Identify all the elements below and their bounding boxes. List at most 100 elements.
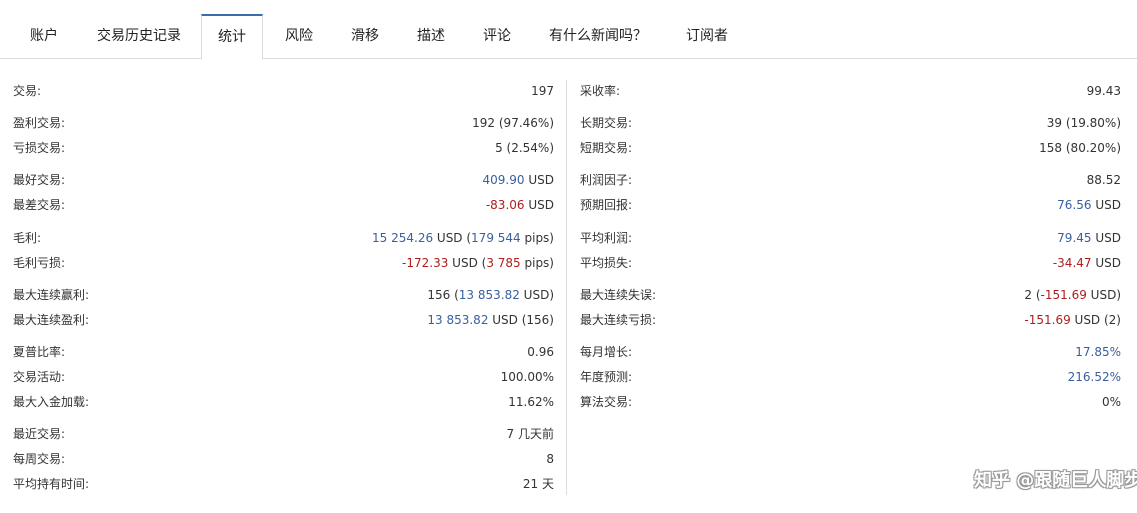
stat-unit: USD xyxy=(524,173,554,187)
stat-value: 15 254.26 USD (179 544 pips) xyxy=(372,229,554,247)
tab-reviews[interactable]: 评论 xyxy=(470,14,524,59)
stat-value: -83.06 USD xyxy=(486,196,554,214)
tab-risk[interactable]: 风险 xyxy=(272,14,326,59)
stat-amount: 76.56 xyxy=(1057,198,1092,212)
stat-best-trade: 最好交易: 409.90 USD xyxy=(13,171,554,189)
stat-value: 100.00% xyxy=(500,370,554,384)
stat-unit: USD ( xyxy=(433,231,472,245)
stat-suffix: USD (156) xyxy=(488,313,554,327)
stat-label: 算法交易: xyxy=(580,395,633,409)
stat-gross-loss: 毛利亏损: -172.33 USD (3 785 pips) xyxy=(13,254,554,272)
tab-account[interactable]: 账户 xyxy=(14,14,74,59)
stat-unit: USD xyxy=(524,198,554,212)
stat-label: 平均损失: xyxy=(580,256,633,270)
stat-value: 99.43 xyxy=(1086,84,1121,98)
stat-avg-loss: 平均损失: -34.47 USD xyxy=(580,254,1121,272)
stat-sharpe-ratio: 夏普比率: 0.96 xyxy=(13,343,554,361)
stat-trades: 交易: 197 xyxy=(13,82,554,100)
stat-label: 毛利: xyxy=(13,231,42,245)
stat-prefix: 2 ( xyxy=(1024,288,1041,302)
stat-amount: -172.33 xyxy=(402,256,449,270)
stat-value: 88.52 xyxy=(1086,173,1121,187)
stat-label: 毛利亏损: xyxy=(13,256,66,270)
stat-label: 平均利润: xyxy=(580,231,633,245)
stat-pips-unit: pips) xyxy=(520,231,554,245)
stat-label: 最大连续亏损: xyxy=(580,313,657,327)
stat-suffix: USD) xyxy=(1086,288,1121,302)
stat-label: 平均持有时间: xyxy=(13,477,90,491)
stat-value: 11.62% xyxy=(508,395,554,409)
tab-slippage[interactable]: 滑移 xyxy=(338,14,392,59)
stat-amount: 13 853.82 xyxy=(427,313,489,327)
stat-trading-activity: 交易活动: 100.00% xyxy=(13,368,554,386)
stat-label: 交易活动: xyxy=(13,370,66,384)
stat-pips: 179 544 xyxy=(471,231,521,245)
stat-value: 156 (13 853.82 USD) xyxy=(427,286,554,304)
stat-label: 利润因子: xyxy=(580,173,633,187)
stat-long-trades: 长期交易: 39 (19.80%) xyxy=(580,114,1121,132)
stat-value: 216.52% xyxy=(1067,370,1121,384)
stat-label: 预期回报: xyxy=(580,198,633,212)
stat-amount: -34.47 xyxy=(1052,256,1092,270)
stat-value: -151.69 USD (2) xyxy=(1024,311,1121,329)
stat-value: 5 (2.54%) xyxy=(495,141,554,155)
stat-max-consecutive-losses: 最大连续失误: 2 (-151.69 USD) xyxy=(580,286,1121,304)
stat-profit-factor: 利润因子: 88.52 xyxy=(580,171,1121,189)
stat-prefix: 156 ( xyxy=(427,288,459,302)
stat-gross-profit: 毛利: 15 254.26 USD (179 544 pips) xyxy=(13,229,554,247)
tab-description[interactable]: 描述 xyxy=(404,14,458,59)
tab-trade-history[interactable]: 交易历史记录 xyxy=(84,14,194,59)
stat-label: 最大连续盈利: xyxy=(13,313,90,327)
stat-label: 长期交易: xyxy=(580,116,633,130)
stat-label: 最近交易: xyxy=(13,427,66,441)
stat-profit-trades: 盈利交易: 192 (97.46%) xyxy=(13,114,554,132)
stat-value: 76.56 USD xyxy=(1057,196,1121,214)
stat-unit: USD xyxy=(1091,198,1121,212)
stat-worst-trade: 最差交易: -83.06 USD xyxy=(13,196,554,214)
tab-news[interactable]: 有什么新闻吗？ xyxy=(540,14,656,59)
tab-statistics[interactable]: 统计 xyxy=(201,14,263,60)
stat-value: 0% xyxy=(1101,395,1121,409)
stat-label: 最差交易: xyxy=(13,198,66,212)
stat-label: 夏普比率: xyxy=(13,345,66,359)
stat-value: 2 (-151.69 USD) xyxy=(1024,286,1121,304)
stat-label: 盈利交易: xyxy=(13,116,66,130)
stat-label: 年度预测: xyxy=(580,370,633,384)
stat-unit: USD xyxy=(1091,231,1121,245)
stat-label: 最大连续赢利: xyxy=(13,288,90,302)
stat-amount: 15 254.26 xyxy=(372,231,434,245)
stat-suffix: USD (2) xyxy=(1070,313,1121,327)
stat-value: 17.85% xyxy=(1075,345,1121,359)
stat-pips-unit: pips) xyxy=(520,256,554,270)
stat-value: 409.90 USD xyxy=(483,171,554,189)
stat-value: 0.96 xyxy=(527,345,554,359)
stat-amount: 409.90 xyxy=(482,173,525,187)
stat-expected-payoff: 预期回报: 76.56 USD xyxy=(580,196,1121,214)
stat-label: 最好交易: xyxy=(13,173,66,187)
tab-bar: 账户 交易历史记录 统计 风险 滑移 描述 评论 有什么新闻吗？ 订阅者 xyxy=(0,0,1137,60)
stat-recovery-factor: 采收率: 99.43 xyxy=(580,82,1121,100)
stat-label: 短期交易: xyxy=(580,141,633,155)
stat-avg-profit: 平均利润: 79.45 USD xyxy=(580,229,1121,247)
stat-label: 每周交易: xyxy=(13,452,66,466)
column-divider xyxy=(566,80,567,495)
stat-value: 39 (19.80%) xyxy=(1046,116,1121,130)
stat-amount: -151.69 xyxy=(1040,288,1087,302)
tab-subscribers[interactable]: 订阅者 xyxy=(676,14,738,59)
stat-max-consecutive-wins: 最大连续赢利: 156 (13 853.82 USD) xyxy=(13,286,554,304)
stat-value: 197 xyxy=(531,84,554,98)
stat-algo-trading: 算法交易: 0% xyxy=(580,393,1121,411)
stat-short-trades: 短期交易: 158 (80.20%) xyxy=(580,139,1121,157)
stat-amount: -83.06 xyxy=(485,198,525,212)
watermark: 知乎 @跟随巨人脚步 xyxy=(974,470,1137,491)
stat-amount: 79.45 xyxy=(1057,231,1092,245)
stat-annual-forecast: 年度预测: 216.52% xyxy=(580,368,1121,386)
stat-loss-trades: 亏损交易: 5 (2.54%) xyxy=(13,139,554,157)
stat-label: 最大入金加载: xyxy=(13,395,90,409)
stat-label: 交易: xyxy=(13,84,42,98)
stat-value: -34.47 USD xyxy=(1053,254,1121,272)
stat-pips: 3 785 xyxy=(486,256,521,270)
stat-value: 13 853.82 USD (156) xyxy=(427,311,554,329)
stat-trades-per-week: 每周交易: 8 xyxy=(13,450,554,468)
stat-max-consecutive-profit: 最大连续盈利: 13 853.82 USD (156) xyxy=(13,311,554,329)
